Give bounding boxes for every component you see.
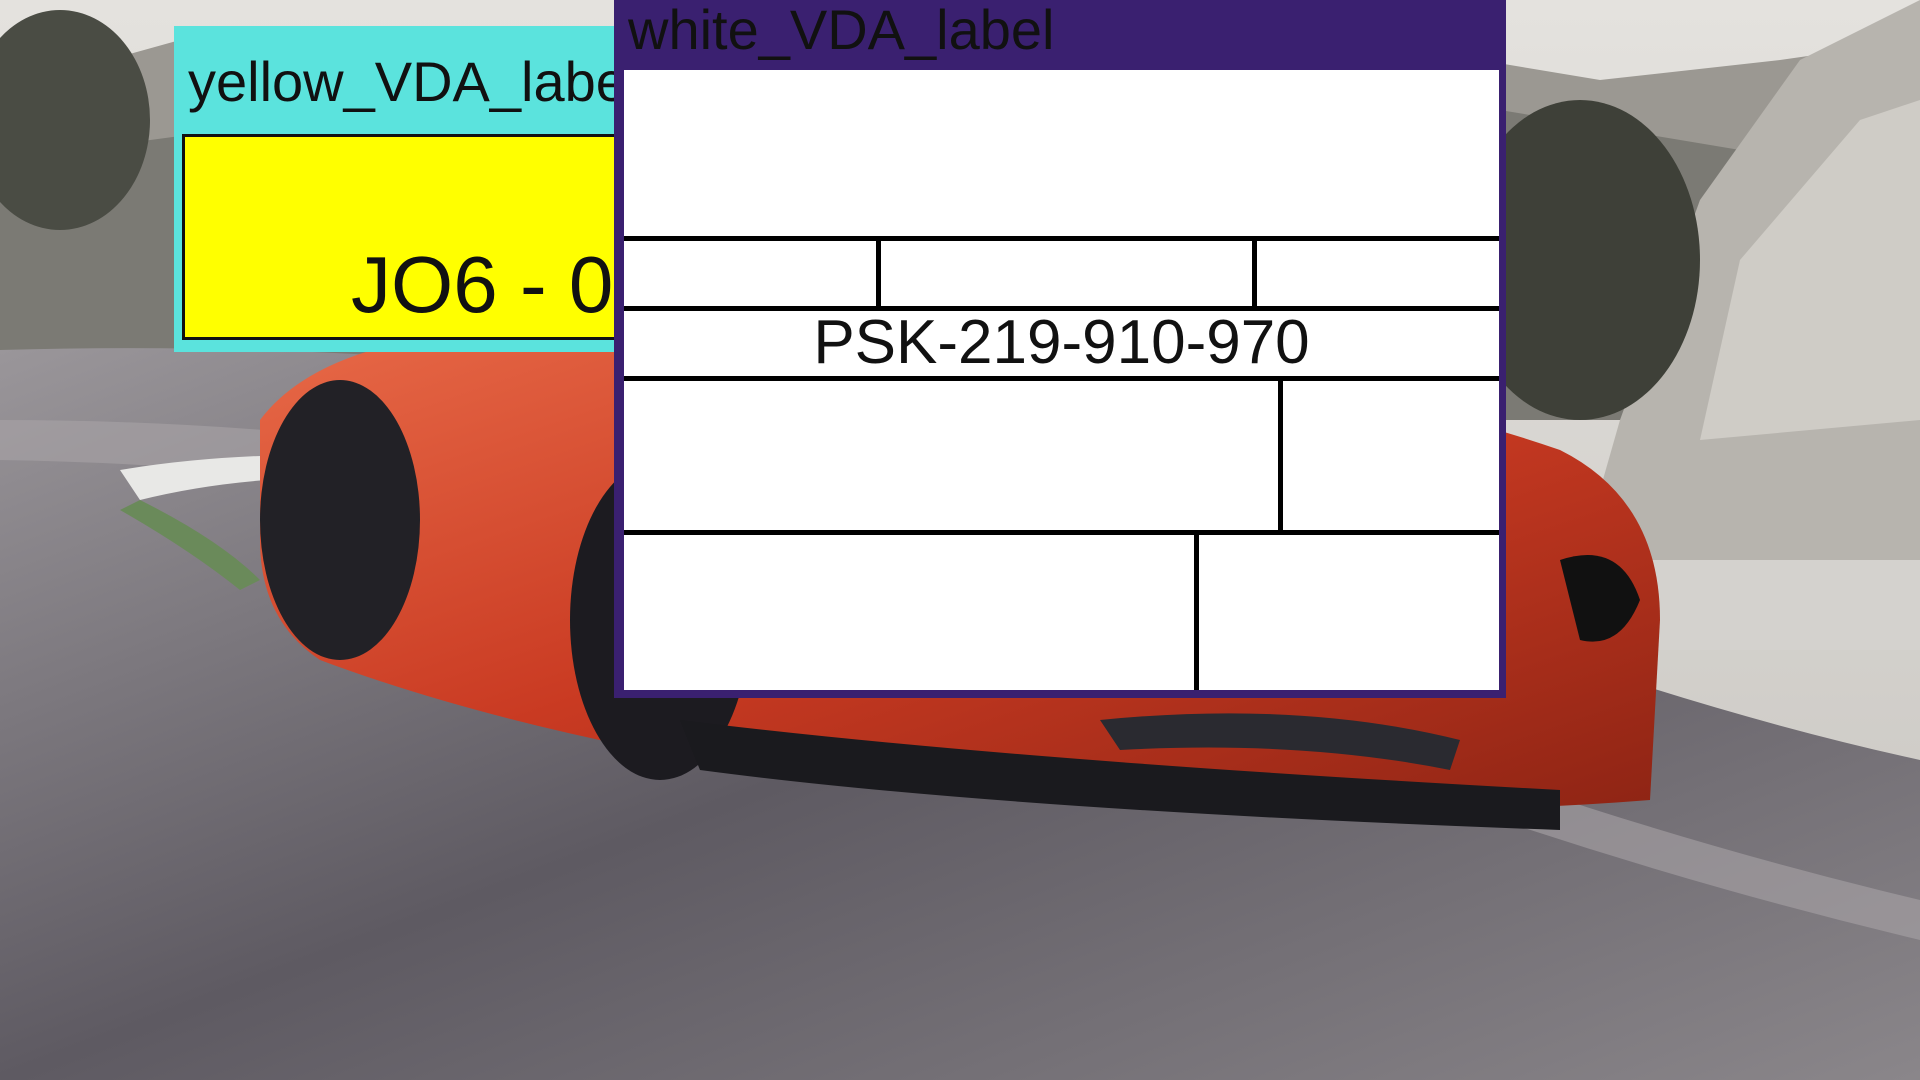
part-number-text: PSK-219-910-970 [813, 308, 1310, 377]
white-label-body: PSK-219-910-970 [624, 70, 1499, 690]
yellow-label-title: yellow_VDA_label [188, 50, 640, 113]
grid-line [624, 236, 1499, 241]
white-vda-label-window[interactable]: white_VDA_label PSK-219-910-970 [614, 0, 1506, 698]
white-label-title: white_VDA_label [628, 0, 1055, 61]
grid-line [1252, 236, 1257, 306]
grid-line [624, 376, 1499, 381]
grid-line [624, 530, 1499, 535]
grid-line [1278, 376, 1283, 532]
yellow-label-code: JO6 - 0 [351, 240, 614, 329]
grid-line [876, 236, 881, 306]
grid-line [1194, 530, 1199, 690]
canvas: yellow_VDA_label JO6 - 0 white_VDA_label… [0, 0, 1920, 1080]
